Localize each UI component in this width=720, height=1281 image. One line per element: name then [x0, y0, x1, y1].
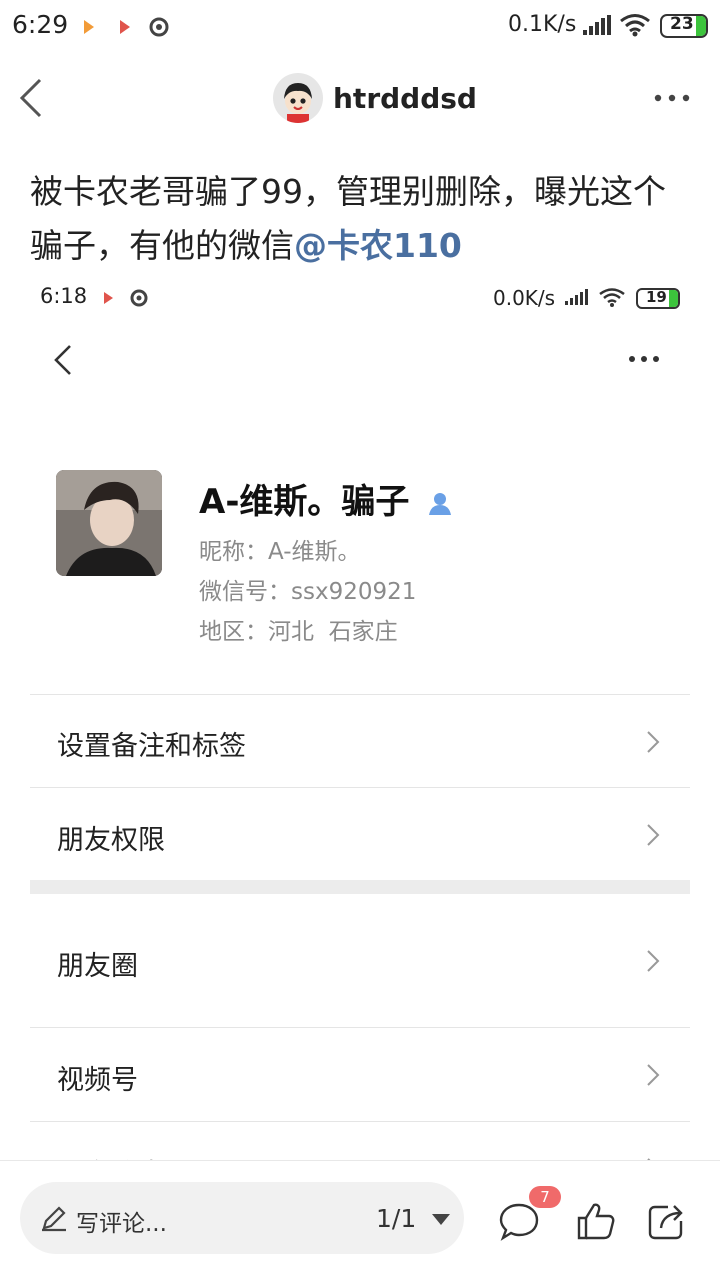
comment-input[interactable]: 写评论... 1/1	[20, 1182, 464, 1254]
menu-label-permissions: 朋友权限	[57, 825, 165, 856]
inner-more-icon	[629, 356, 659, 362]
comment-placeholder: 写评论...	[76, 1211, 167, 1237]
chevron-right-icon	[647, 731, 660, 753]
user-avatar[interactable]	[273, 73, 323, 123]
menu-label-moments: 朋友圈	[57, 951, 138, 982]
back-icon[interactable]	[18, 78, 44, 118]
inner-wifi-icon	[599, 288, 625, 307]
inner-network-speed: 0.0K/s	[493, 286, 556, 310]
menu-row-moments: 朋友圈	[30, 894, 690, 1026]
chevron-right-icon	[647, 1064, 660, 1086]
contact-region: 地区：河北 石家庄	[199, 619, 398, 645]
menu-label-channels: 视频号	[57, 1065, 138, 1096]
battery-icon: 23	[660, 14, 708, 38]
like-icon[interactable]	[576, 1201, 616, 1241]
contact-name-text: A-维斯。骗子	[199, 482, 410, 522]
profile-photo	[56, 470, 162, 576]
comment-icon[interactable]	[499, 1202, 541, 1242]
pencil-icon	[42, 1206, 66, 1232]
contact-nickname: 昵称：A-维斯。	[199, 539, 361, 565]
contact-display-name: A-维斯。骗子	[199, 474, 453, 523]
menu-label-remark: 设置备注和标签	[57, 731, 246, 762]
username[interactable]: htrdddsd	[333, 82, 477, 115]
menu-row-permissions: 朋友权限	[30, 787, 690, 880]
mention-link[interactable]: @卡农110	[294, 226, 462, 265]
signal-icon	[583, 15, 611, 35]
chevron-right-icon	[647, 950, 660, 972]
dropdown-icon[interactable]	[432, 1214, 450, 1226]
verified-contact-icon	[429, 492, 452, 515]
inner-back-icon	[54, 345, 71, 375]
status-time: 6:29	[12, 10, 69, 39]
inner-status-time: 6:18	[40, 284, 88, 308]
page-indicator[interactable]: 1/1	[376, 1204, 416, 1233]
contact-wechat-id: 微信号：ssx920921	[199, 579, 417, 605]
more-icon[interactable]	[654, 94, 690, 102]
chevron-right-icon	[647, 824, 660, 846]
share-icon[interactable]	[646, 1201, 686, 1241]
inner-battery-level: 19	[646, 288, 667, 306]
comment-count-badge: 7	[529, 1186, 561, 1208]
inner-signal-icon	[565, 289, 588, 305]
inner-notification-icons	[104, 289, 148, 307]
status-notification-icons	[84, 17, 169, 37]
menu-row-channels: 视频号	[30, 1027, 690, 1121]
menu-row-remark: 设置备注和标签	[30, 694, 690, 787]
network-speed: 0.1K/s	[508, 12, 577, 37]
inner-battery-icon: 19	[636, 288, 680, 309]
battery-level: 23	[670, 14, 694, 34]
post-text: 被卡农老哥骗了99，管理别删除，曝光这个骗子，有他的微信@卡农110	[30, 165, 695, 273]
section-divider	[30, 880, 690, 894]
wifi-icon	[620, 14, 650, 37]
